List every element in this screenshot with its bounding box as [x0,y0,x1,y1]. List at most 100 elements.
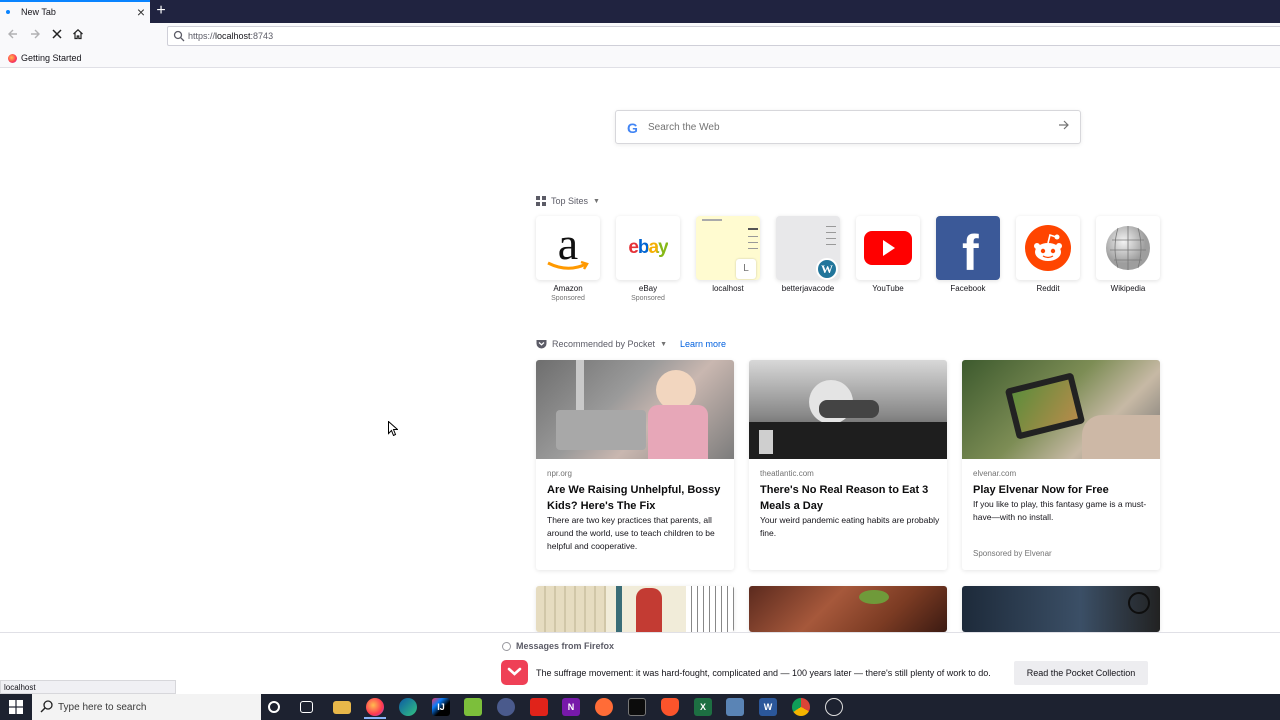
intellij-icon[interactable]: IJ [432,698,450,716]
navigation-toolbar: https://localhost:8743 [0,23,1280,48]
top-site-label: Facebook [950,284,986,293]
top-site-betterjavacode[interactable]: W betterjavacode [776,216,840,293]
task-view-icon[interactable] [300,701,313,713]
taskbar-search-placeholder: Type here to search [58,702,147,713]
top-site-localhost[interactable]: L localhost [696,216,760,293]
terminal-icon[interactable] [628,698,646,716]
postman-icon[interactable] [595,698,613,716]
bookmarks-toolbar: Getting Started [0,48,1280,68]
windows-logo-icon [9,700,23,714]
story-image [962,586,1160,632]
cortana-icon[interactable] [268,701,280,713]
search-icon [173,30,185,42]
stop-button[interactable] [47,26,67,46]
taskbar-search-box[interactable]: Type here to search [32,694,261,720]
settings-app-icon[interactable] [825,698,843,716]
start-button[interactable] [0,694,32,720]
tab-new-tab[interactable]: New Tab × [0,0,150,23]
new-tab-button[interactable]: + [152,1,170,21]
home-icon [73,28,83,40]
top-site-youtube[interactable]: YouTube [856,216,920,293]
story-excerpt: There are two key practices that parents… [547,515,715,551]
loading-icon [6,10,10,14]
top-site-reddit[interactable]: Reddit [1016,216,1080,293]
top-site-facebook[interactable]: f Facebook [936,216,1000,293]
file-explorer-icon[interactable] [333,701,351,714]
story-excerpt: Your weird pandemic eating habits are pr… [760,515,940,538]
tab-title: New Tab [21,7,56,17]
story-title: Play Elvenar Now for Free [973,484,1109,496]
tab-close-button[interactable]: × [137,4,145,20]
sponsored-label: Sponsored by Elvenar [973,549,1052,558]
story-card[interactable] [536,586,734,632]
search-placeholder: Search the Web [648,122,720,133]
top-site-label: localhost [712,284,744,293]
top-site-label: Wikipedia [1110,284,1146,293]
story-image [536,360,734,459]
remote-desktop-icon[interactable] [726,698,744,716]
reddit-icon [1016,216,1080,280]
ebay-icon: ebay [616,216,680,280]
wordpress-icon: W [816,258,838,280]
betterjavacode-thumbnail: W [776,216,840,280]
google-icon: G [627,120,638,136]
forward-button[interactable] [25,26,45,46]
bookmark-getting-started[interactable]: Getting Started [8,53,82,63]
top-site-ebay[interactable]: ebay eBay Sponsored [616,216,680,302]
tab-strip: New Tab × + [0,0,1280,23]
story-card[interactable] [962,586,1160,632]
sponsored-label: Sponsored [631,295,665,302]
top-site-label: betterjavacode [781,284,835,293]
keepass-icon[interactable] [497,698,515,716]
learn-more-link[interactable]: Learn more [680,339,726,349]
story-title: There's No Real Reason to Eat 3 Meals a … [760,484,929,512]
edge-icon[interactable] [399,698,417,716]
web-search-box[interactable]: G Search the Web [615,110,1081,144]
story-card[interactable]: npr.org Are We Raising Unhelpful, Bossy … [536,360,734,570]
story-image [962,360,1160,459]
top-site-label: YouTube [872,284,904,293]
active-app-indicator [364,717,386,719]
sponsored-label: Sponsored [551,295,585,302]
story-image [749,360,947,459]
windows-taskbar: Type here to search IJ N X W [0,694,1280,720]
top-sites-header[interactable]: Top Sites ▼ [536,196,600,206]
top-site-amazon[interactable]: a Amazon Sponsored [536,216,600,302]
new-tab-page: G Search the Web Top Sites ▼ a Amazon Sp… [0,68,1280,632]
chrome-icon[interactable] [792,698,810,716]
address-bar[interactable]: https://localhost:8743 [167,26,1280,46]
onenote-icon[interactable]: N [562,698,580,716]
letter-fallback-icon: L [736,259,756,279]
top-site-wikipedia[interactable]: Wikipedia [1096,216,1160,293]
chevron-down-icon: ▼ [660,340,667,348]
bookmark-label: Getting Started [21,53,82,63]
back-button[interactable] [3,26,23,46]
story-card[interactable] [749,586,947,632]
youtube-icon [856,216,920,280]
story-card[interactable]: elvenar.com Play Elvenar Now for Free If… [962,360,1160,570]
url-text: https://localhost:8743 [188,31,274,41]
pocket-header[interactable]: Recommended by Pocket ▼ Learn more [536,339,726,349]
pocket-icon [536,340,547,349]
story-source: npr.org [547,469,572,478]
acrobat-icon[interactable] [530,698,548,716]
story-image [749,586,947,632]
search-icon [40,700,53,713]
mouse-cursor-icon [388,421,398,436]
messages-header: Messages from Firefox [502,641,614,651]
story-card[interactable]: theatlantic.com There's No Real Reason t… [749,360,947,570]
search-submit-arrow-icon[interactable] [1058,119,1070,134]
brave-icon[interactable] [661,698,679,716]
home-button[interactable] [68,26,88,46]
notepad-plus-icon[interactable] [464,698,482,716]
story-image [536,586,734,632]
firefox-icon[interactable] [366,698,384,716]
top-sites-title: Top Sites [551,196,589,206]
firefox-outline-icon [502,641,511,651]
top-site-label: eBay [638,284,658,293]
word-icon[interactable]: W [759,698,777,716]
read-pocket-collection-button[interactable]: Read the Pocket Collection [1014,661,1148,685]
pocket-icon [501,660,528,685]
amazon-icon: a [536,216,600,280]
excel-icon[interactable]: X [694,698,712,716]
